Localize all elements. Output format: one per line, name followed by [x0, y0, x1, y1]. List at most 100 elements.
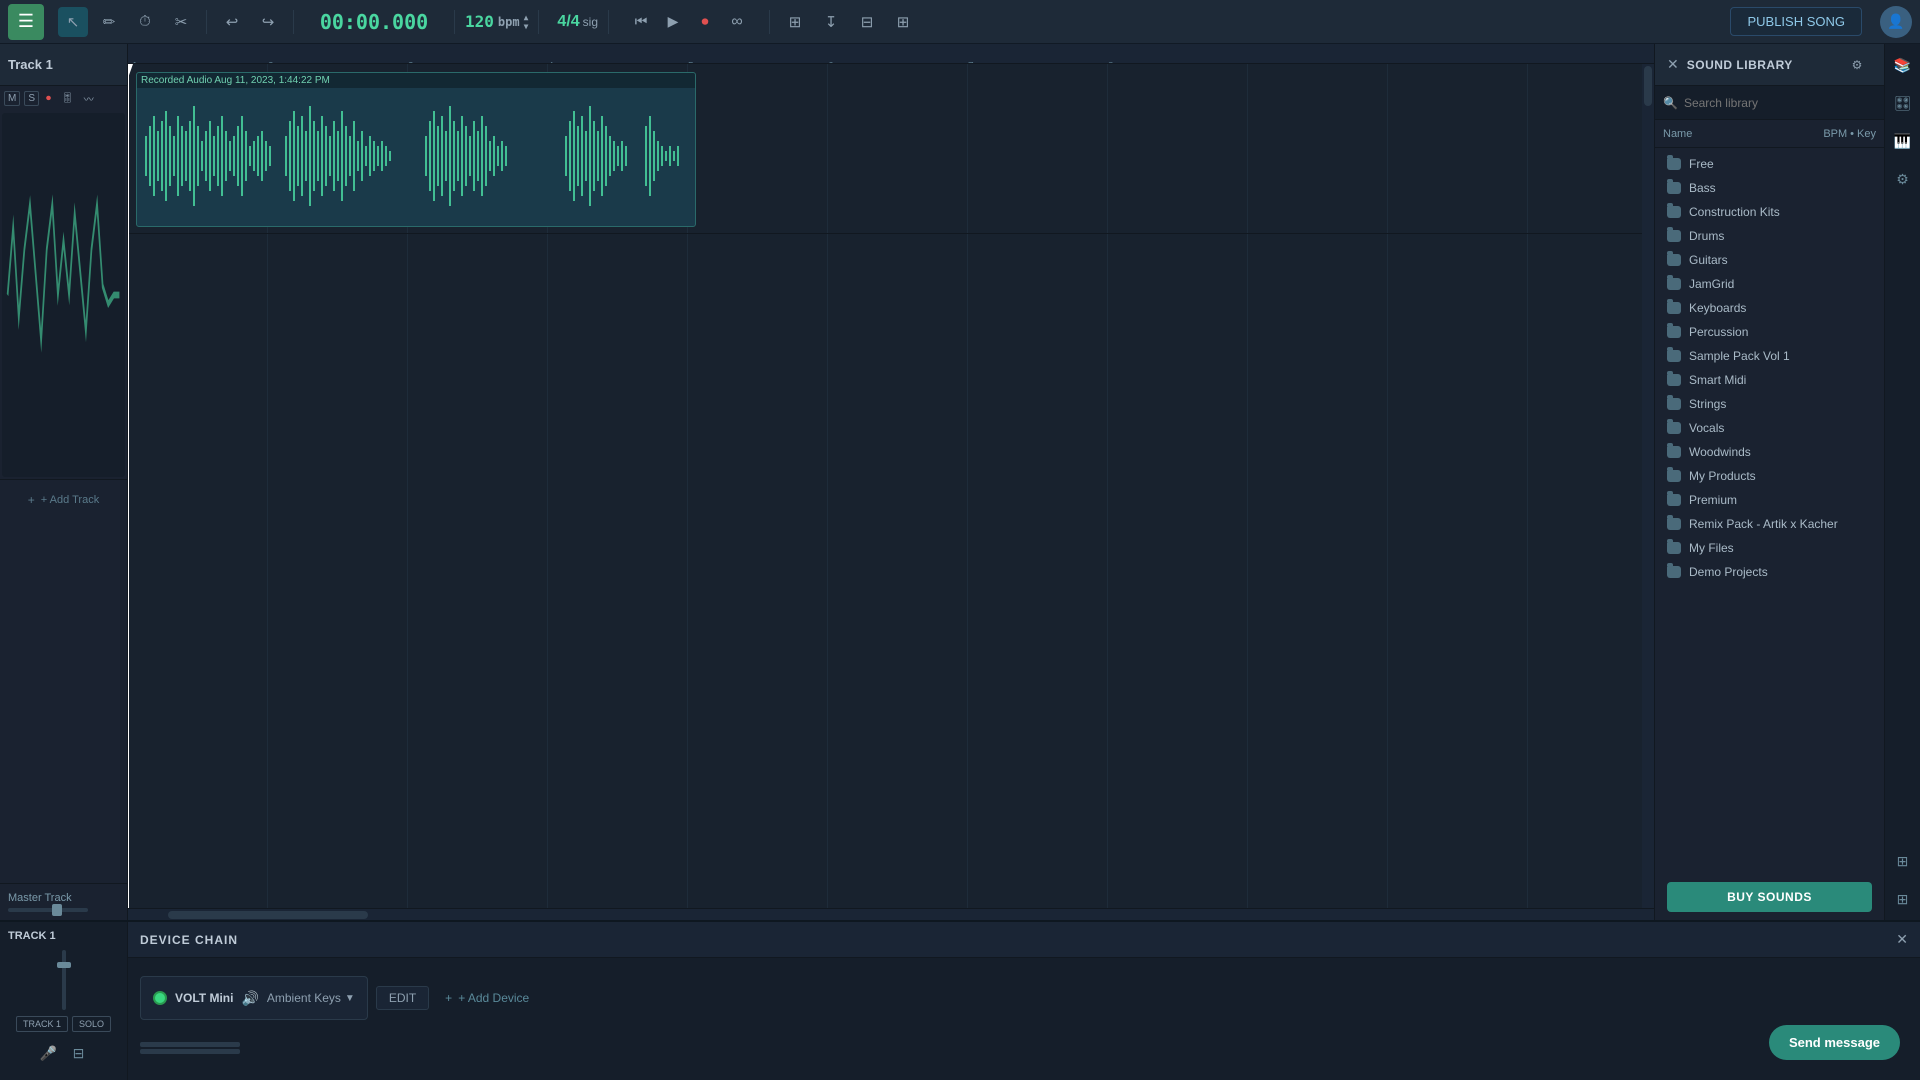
track1-solo-button[interactable]: S: [24, 91, 39, 106]
add-device-button[interactable]: + + Add Device: [437, 987, 537, 1009]
library-item[interactable]: Demo Projects: [1655, 560, 1884, 584]
main-area: Track 1 M S ⏺ 🎚 〰 + + Add Track Master T…: [0, 44, 1920, 920]
pencil-tool-button[interactable]: ✏: [94, 7, 124, 37]
scissors-button[interactable]: ✂: [166, 7, 196, 37]
sig-value[interactable]: 4/4: [557, 13, 579, 31]
buy-sounds-button[interactable]: BUY SOUNDS: [1667, 882, 1872, 912]
tool-btn-5[interactable]: ⊞: [780, 7, 810, 37]
add-track-area[interactable]: + + Add Track: [0, 479, 127, 519]
plugin-preset[interactable]: Ambient Keys ▼: [267, 991, 355, 1005]
skip-back-button[interactable]: ⏮: [627, 8, 655, 36]
folder-icon: [1667, 206, 1681, 218]
plugin-edit-button[interactable]: EDIT: [376, 986, 429, 1010]
folder-icon: [1667, 566, 1681, 578]
bpm-value[interactable]: 120: [465, 12, 494, 31]
library-item-name: Smart Midi: [1689, 373, 1746, 387]
col-bpm-key-header: BPM • Key: [1823, 128, 1876, 140]
library-panel-toggle-button[interactable]: 📚: [1890, 52, 1916, 78]
library-item[interactable]: Drums: [1655, 224, 1884, 248]
device-chain-left-panel: TRACK 1 TRACK 1 SOLO 🎤 ⊟: [0, 922, 128, 1080]
cursor-tool-button[interactable]: ↖: [58, 7, 88, 37]
settings-panel-toggle-button[interactable]: ⚙: [1890, 166, 1916, 192]
library-item[interactable]: Free: [1655, 152, 1884, 176]
library-item-name: Remix Pack - Artik x Kacher: [1689, 517, 1838, 531]
tracks-content: Recorded Audio Aug 11, 2023, 1:44:22 PM: [128, 64, 1654, 908]
sound-library-panel: ✕ SOUND LIBRARY ⚙ 🔍 Name BPM • Key FreeB…: [1654, 44, 1884, 920]
folder-icon: [1667, 494, 1681, 506]
horizontal-scrollbar[interactable]: [128, 908, 1654, 920]
library-item-name: Keyboards: [1689, 301, 1746, 315]
library-item[interactable]: My Files: [1655, 536, 1884, 560]
preset-arrow-icon: ▼: [345, 993, 355, 1004]
library-item[interactable]: Sample Pack Vol 1: [1655, 344, 1884, 368]
vertical-scrollbar[interactable]: [1642, 64, 1654, 908]
audio-clip-1[interactable]: Recorded Audio Aug 11, 2023, 1:44:22 PM: [136, 72, 696, 227]
mute-button[interactable]: TRACK 1: [16, 1016, 68, 1032]
bpm-label: bpm: [498, 15, 520, 29]
send-message-button[interactable]: Send message: [1769, 1025, 1900, 1060]
h-scrollbar-thumb[interactable]: [168, 911, 368, 919]
bottom-track-mic-icon[interactable]: 🎤: [36, 1040, 62, 1066]
tool-btn-6[interactable]: ↧: [816, 7, 846, 37]
piano-roll-toggle-button[interactable]: 🎹: [1890, 128, 1916, 154]
library-search-input[interactable]: [1684, 96, 1876, 110]
library-close-icon[interactable]: ✕: [1667, 56, 1679, 73]
clock-icon: ⏱: [139, 13, 151, 30]
bottom-icon-1[interactable]: ⊞: [1890, 848, 1916, 874]
library-item[interactable]: Vocals: [1655, 416, 1884, 440]
bottom-icon-2[interactable]: ⊞: [1890, 886, 1916, 912]
timeline-area: 1 2 3 4 5 6 7 8 Recorded Audio Aug 11,: [128, 44, 1654, 920]
master-fader[interactable]: [8, 908, 88, 912]
library-item[interactable]: Construction Kits: [1655, 200, 1884, 224]
library-settings-icon[interactable]: ⚙: [1842, 50, 1872, 80]
track1-mute-button[interactable]: M: [4, 91, 20, 106]
redo-button[interactable]: ↪: [253, 7, 283, 37]
library-item[interactable]: Bass: [1655, 176, 1884, 200]
track1-automation-button[interactable]: 〰: [81, 90, 97, 107]
folder-icon: [1667, 230, 1681, 242]
library-item[interactable]: Premium: [1655, 488, 1884, 512]
tool-btn-8[interactable]: ⊞: [888, 7, 918, 37]
device-chain-close-button[interactable]: ✕: [1896, 931, 1908, 948]
solo-button[interactable]: SOLO: [72, 1016, 111, 1032]
library-item[interactable]: Woodwinds: [1655, 440, 1884, 464]
publish-button[interactable]: PUBLISH SONG: [1730, 7, 1862, 36]
folder-icon: [1667, 422, 1681, 434]
bottom-track-eq-icon[interactable]: ⊟: [66, 1040, 92, 1066]
library-item-name: Drums: [1689, 229, 1724, 243]
library-item-name: My Files: [1689, 541, 1734, 555]
tool-btn-7[interactable]: ⊟: [852, 7, 882, 37]
undo-icon: ↩: [226, 13, 239, 31]
master-fader-thumb[interactable]: [52, 904, 62, 916]
library-item[interactable]: Strings: [1655, 392, 1884, 416]
volt-mini-plugin[interactable]: VOLT Mini 🔊 Ambient Keys ▼: [140, 976, 368, 1020]
library-item-list: FreeBassConstruction Kits Drums GuitarsJam…: [1655, 148, 1884, 874]
volume-thumb[interactable]: [57, 962, 71, 968]
v-scrollbar-thumb[interactable]: [1644, 66, 1652, 106]
folder-icon: [1667, 518, 1681, 530]
loop-button[interactable]: ∞: [723, 8, 751, 36]
library-item[interactable]: Keyboards: [1655, 296, 1884, 320]
play-button[interactable]: ▶: [659, 8, 687, 36]
track1-controls: M S ⏺ 🎚 〰: [0, 86, 127, 111]
mixer-panel-toggle-button[interactable]: 🎛: [1890, 90, 1916, 116]
library-item[interactable]: My Products: [1655, 464, 1884, 488]
library-item[interactable]: Guitars: [1655, 248, 1884, 272]
undo-button[interactable]: ↩: [217, 7, 247, 37]
track1-rec-button[interactable]: ⏺: [43, 92, 54, 105]
library-item[interactable]: Percussion: [1655, 320, 1884, 344]
playhead[interactable]: [128, 64, 129, 908]
library-item-name: Sample Pack Vol 1: [1689, 349, 1790, 363]
plugin-power-button[interactable]: [153, 991, 167, 1005]
menu-button[interactable]: ☰: [8, 4, 44, 40]
divider-1: [206, 10, 207, 34]
library-item[interactable]: JamGrid: [1655, 272, 1884, 296]
device-chain-content: VOLT Mini 🔊 Ambient Keys ▼ EDIT + + Add …: [128, 958, 1920, 1038]
bpm-arrows[interactable]: ▲▼: [524, 13, 529, 31]
clock-button[interactable]: ⏱: [130, 7, 160, 37]
track1-fx-button[interactable]: 🎚: [58, 92, 77, 105]
library-item[interactable]: Smart Midi: [1655, 368, 1884, 392]
record-button[interactable]: ⏺: [691, 8, 719, 36]
volume-fader[interactable]: [62, 950, 66, 1010]
library-item[interactable]: Remix Pack - Artik x Kacher: [1655, 512, 1884, 536]
